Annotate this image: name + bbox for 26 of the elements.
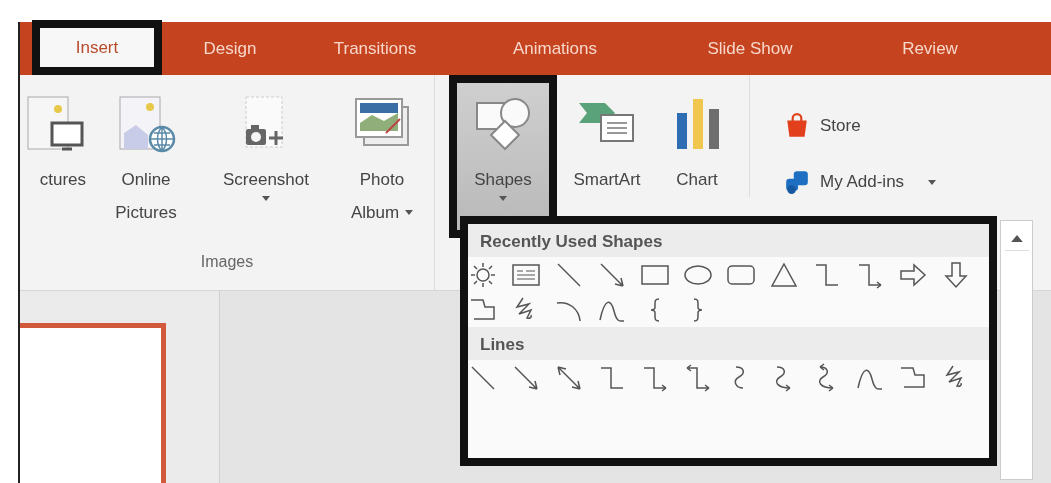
ribbon-tab[interactable]: Insert [32, 20, 162, 75]
ribbon-tab[interactable]: Animations [460, 22, 650, 75]
group-label: Images [200, 253, 254, 271]
screenshot-button[interactable]: Screenshot [202, 75, 330, 207]
ribbon-tab[interactable]: Transitions [290, 22, 460, 75]
arrow-icon[interactable] [597, 260, 627, 290]
photo-album-button[interactable]: Photo Album [330, 75, 434, 235]
arrow-icon[interactable] [511, 363, 541, 393]
triangle-icon[interactable] [769, 260, 799, 290]
double-arrow-icon[interactable] [554, 363, 584, 393]
ribbon-tab[interactable]: Slide Show [650, 22, 850, 75]
sun-icon[interactable] [468, 260, 498, 290]
blocks-icon [784, 169, 810, 195]
ribbon-tab[interactable]: Design [170, 22, 290, 75]
store-button[interactable]: Store [782, 111, 939, 141]
online-pictures-button[interactable]: Online Pictures [90, 75, 202, 235]
shopping-bag-icon [784, 113, 810, 139]
my-addins-button[interactable]: My Add-ins [782, 167, 939, 197]
section-heading: Recently Used Shapes [468, 224, 989, 257]
pictures-button[interactable]: ctures [20, 75, 90, 202]
smartart-button[interactable]: SmartArt [557, 75, 657, 202]
scrollbar[interactable] [1000, 220, 1033, 480]
chart-button[interactable]: Chart [657, 75, 737, 202]
slide-thumbnail[interactable] [20, 323, 166, 483]
section-heading: Lines [468, 327, 989, 360]
ribbon-tab[interactable]: Review [850, 22, 1010, 75]
